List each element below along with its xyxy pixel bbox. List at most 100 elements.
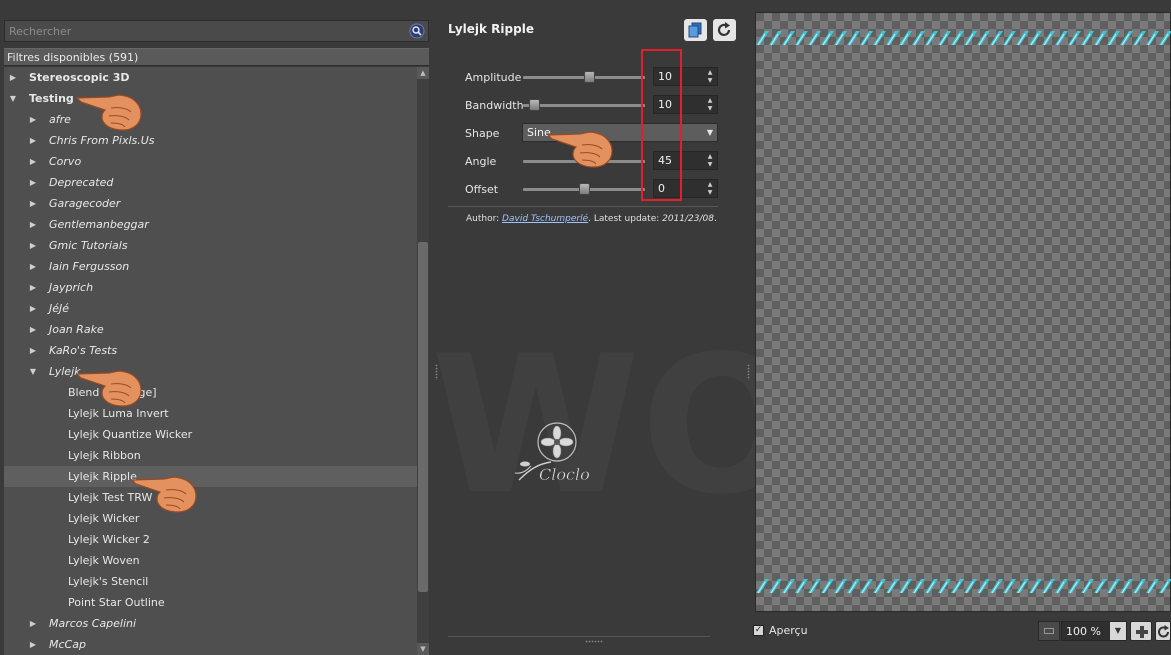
- chevron-right-icon[interactable]: ▶: [28, 634, 38, 655]
- offset-slider-handle[interactable]: [579, 183, 590, 195]
- zoom-fit-button[interactable]: [1038, 621, 1060, 641]
- chevron-right-icon[interactable]: ▶: [28, 172, 38, 193]
- tree-folder-item[interactable]: ▼ Testing: [4, 88, 417, 109]
- chevron-right-icon[interactable]: ▶: [28, 340, 38, 361]
- angle-slider-handle[interactable]: [584, 155, 595, 167]
- angle-increment-icon[interactable]: ▲: [704, 153, 716, 161]
- author-link[interactable]: David Tschumperlé: [502, 214, 588, 224]
- splitter-handle-bottom[interactable]: [585, 640, 603, 643]
- tree-folder-item[interactable]: ▶ Marcos Capelini: [4, 613, 417, 634]
- zoom-combo[interactable]: ▼: [1061, 621, 1127, 641]
- offset-increment-icon[interactable]: ▲: [704, 181, 716, 189]
- zoom-reset-button[interactable]: [1155, 621, 1171, 641]
- zoom-in-icon: [1136, 626, 1148, 638]
- chevron-right-icon[interactable]: ▶: [28, 277, 38, 298]
- tree-folder-item[interactable]: ▶ JéJé: [4, 298, 417, 319]
- tree-item-label: Lylejk Ripple: [68, 470, 137, 483]
- chevron-right-icon[interactable]: ▶: [28, 151, 38, 172]
- chevron-down-icon[interactable]: ▼: [1110, 622, 1126, 640]
- bandwidth-slider-handle[interactable]: [529, 99, 540, 111]
- bandwidth-slider[interactable]: [523, 99, 645, 111]
- tree-item-label: Garagecoder: [49, 197, 121, 210]
- amplitude-slider-handle[interactable]: [584, 71, 595, 83]
- tree-filter-item[interactable]: Lylejk Ribbon: [4, 445, 417, 466]
- chevron-right-icon[interactable]: ▶: [28, 319, 38, 340]
- angle-slider[interactable]: [523, 155, 645, 167]
- tree-item-label: Testing: [29, 92, 74, 105]
- tree-filter-item[interactable]: Lylejk Ripple: [4, 466, 417, 487]
- amplitude-slider[interactable]: [523, 71, 645, 83]
- chevron-right-icon[interactable]: ▶: [28, 613, 38, 634]
- tree-item-label: Chris From Pixls.Us: [49, 134, 155, 147]
- splitter-handle-right[interactable]: [747, 364, 750, 380]
- chevron-down-icon[interactable]: ▼: [28, 361, 38, 382]
- chevron-right-icon[interactable]: ▶: [8, 67, 18, 88]
- highlight-box: [641, 49, 682, 201]
- copy-to-clipboard-button[interactable]: [684, 19, 707, 41]
- tree-folder-item[interactable]: ▶ Corvo: [4, 151, 417, 172]
- tree-item-label: Deprecated: [49, 176, 114, 189]
- preview-canvas[interactable]: [755, 12, 1171, 612]
- search-icon[interactable]: [409, 23, 425, 39]
- splitter-handle-left[interactable]: [435, 364, 438, 380]
- scroll-up-icon[interactable]: ▲: [417, 67, 429, 79]
- tree-filter-item[interactable]: Lylejk's Stencil: [4, 571, 417, 592]
- chevron-right-icon[interactable]: ▶: [28, 214, 38, 235]
- chevron-right-icon[interactable]: ▶: [28, 298, 38, 319]
- bandwidth-label: Bandwidth: [465, 99, 524, 112]
- chevron-down-icon[interactable]: ▼: [707, 124, 713, 141]
- tree-filter-item[interactable]: Lylejk Quantize Wicker: [4, 424, 417, 445]
- tree-folder-item[interactable]: ▶ Joan Rake: [4, 319, 417, 340]
- logo-signature: Cloclo: [539, 465, 590, 484]
- chevron-right-icon[interactable]: ▶: [28, 109, 38, 130]
- tree-folder-item[interactable]: ▶ Gmic Tutorials: [4, 235, 417, 256]
- apercu-checkbox[interactable]: ✓: [753, 625, 764, 636]
- tree-folder-item[interactable]: ▶ Iain Fergusson: [4, 256, 417, 277]
- reset-button[interactable]: [713, 19, 736, 41]
- tree-folder-item[interactable]: ▶ Jayprich: [4, 277, 417, 298]
- tree-filter-item[interactable]: Lylejk Wicker 2: [4, 529, 417, 550]
- chevron-right-icon[interactable]: ▶: [28, 130, 38, 151]
- tree-folder-item[interactable]: ▶ Chris From Pixls.Us: [4, 130, 417, 151]
- scroll-down-icon[interactable]: ▼: [417, 643, 429, 655]
- tree-folder-item[interactable]: ▶ KaRo's Tests: [4, 340, 417, 361]
- offset-decrement-icon[interactable]: ▼: [704, 189, 716, 197]
- tree-filter-item[interactable]: Lylejk Wicker: [4, 508, 417, 529]
- amplitude-increment-icon[interactable]: ▲: [704, 69, 716, 77]
- tree-folder-item[interactable]: ▼ Lylejk: [4, 361, 417, 382]
- divider: [448, 636, 710, 637]
- chevron-down-icon[interactable]: ▼: [8, 88, 18, 109]
- chevron-right-icon[interactable]: ▶: [28, 193, 38, 214]
- tree-filter-item[interactable]: Blend [Average]: [4, 382, 417, 403]
- angle-label: Angle: [465, 155, 497, 168]
- bandwidth-decrement-icon[interactable]: ▼: [704, 105, 716, 113]
- tree-folder-item[interactable]: ▶ Deprecated: [4, 172, 417, 193]
- tree-folder-item[interactable]: ▶ Garagecoder: [4, 193, 417, 214]
- tree-filter-item[interactable]: Lylejk Test TRW: [4, 487, 417, 508]
- tree-folder-item[interactable]: ▶ Stereoscopic 3D: [4, 67, 417, 88]
- tree-item-label: Lylejk Wicker: [68, 512, 140, 525]
- tree-header[interactable]: Filtres disponibles (591): [4, 48, 429, 66]
- tree-folder-item[interactable]: ▶ afre: [4, 109, 417, 130]
- reset-icon: [717, 22, 731, 36]
- chevron-right-icon[interactable]: ▶: [28, 256, 38, 277]
- zoom-in-button[interactable]: [1130, 621, 1152, 641]
- tree-folder-item[interactable]: ▶ Gentlemanbeggar: [4, 214, 417, 235]
- angle-decrement-icon[interactable]: ▼: [704, 161, 716, 169]
- zoom-input[interactable]: [1062, 622, 1110, 640]
- tree-scrollbar[interactable]: ▲ ▼: [417, 67, 429, 655]
- shape-select[interactable]: Sine ▼: [522, 123, 718, 142]
- tree-filter-item[interactable]: Point Star Outline: [4, 592, 417, 613]
- offset-slider[interactable]: [523, 183, 645, 195]
- search-box[interactable]: [4, 20, 429, 42]
- tree-item-label: Marcos Capelini: [49, 617, 137, 630]
- chevron-right-icon[interactable]: ▶: [28, 235, 38, 256]
- tree-item-label: Blend [Average]: [68, 386, 157, 399]
- search-input[interactable]: [5, 21, 405, 41]
- amplitude-decrement-icon[interactable]: ▼: [704, 77, 716, 85]
- tree-folder-item[interactable]: ▶ McCap: [4, 634, 417, 655]
- tree-filter-item[interactable]: Lylejk Woven: [4, 550, 417, 571]
- bandwidth-increment-icon[interactable]: ▲: [704, 97, 716, 105]
- tree-filter-item[interactable]: Lylejk Luma Invert: [4, 403, 417, 424]
- scroll-thumb[interactable]: [418, 242, 428, 592]
